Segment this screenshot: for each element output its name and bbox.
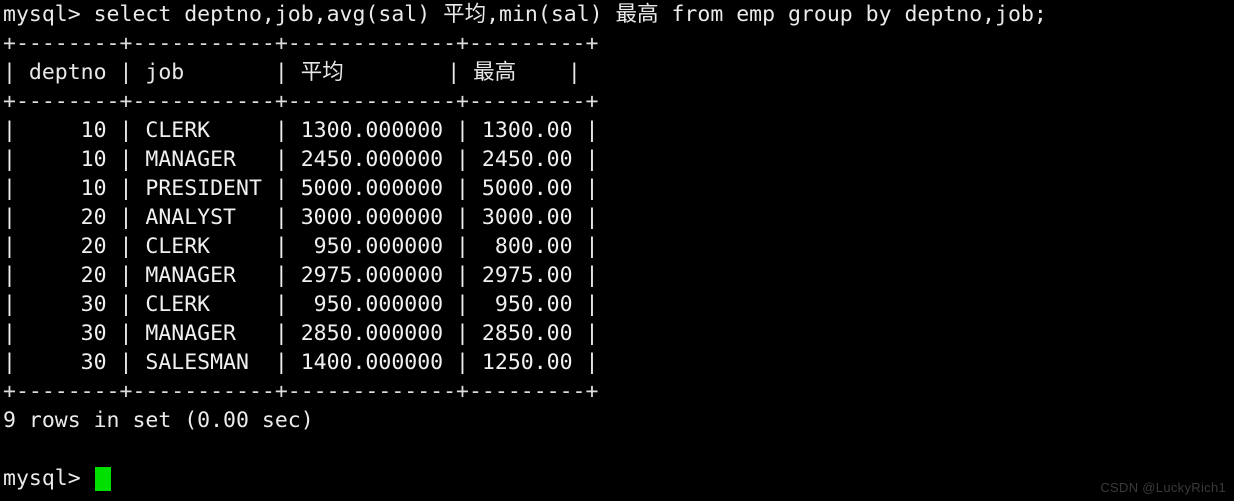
table-row: | 10 | MANAGER | 2450.000000 | 2450.00 |: [3, 147, 599, 172]
table-row: | 30 | MANAGER | 2850.000000 | 2850.00 |: [3, 321, 599, 346]
table-top-border: +--------+-----------+-------------+----…: [3, 31, 599, 56]
table-header-row: | deptno | job | 平均 | 最高 |: [3, 60, 581, 85]
terminal-screen[interactable]: mysql> select deptno,job,avg(sal) 平均,min…: [0, 0, 1234, 501]
table-row: | 30 | SALESMAN | 1400.000000 | 1250.00 …: [3, 350, 599, 375]
table-row: | 20 | MANAGER | 2975.000000 | 2975.00 |: [3, 263, 599, 288]
prompt-label: mysql>: [3, 466, 94, 491]
table-row: | 20 | CLERK | 950.000000 | 800.00 |: [3, 234, 599, 259]
table-row: | 20 | ANALYST | 3000.000000 | 3000.00 |: [3, 205, 599, 230]
sql-command-line: mysql> select deptno,job,avg(sal) 平均,min…: [3, 2, 1047, 27]
shell-prompt-line[interactable]: mysql>: [0, 464, 1234, 493]
text-cursor: [94, 466, 111, 491]
watermark-text: CSDN @LuckyRich1: [1100, 480, 1226, 495]
table-row: | 30 | CLERK | 950.000000 | 950.00 |: [3, 292, 599, 317]
blank-spacer-line: [0, 435, 1234, 464]
table-row: | 10 | PRESIDENT | 5000.000000 | 5000.00…: [3, 176, 599, 201]
table-bottom-border: +--------+-----------+-------------+----…: [3, 379, 599, 404]
result-status-line: 9 rows in set (0.00 sec): [3, 408, 314, 433]
table-header-separator: +--------+-----------+-------------+----…: [3, 89, 599, 114]
table-row: | 10 | CLERK | 1300.000000 | 1300.00 |: [3, 118, 599, 143]
